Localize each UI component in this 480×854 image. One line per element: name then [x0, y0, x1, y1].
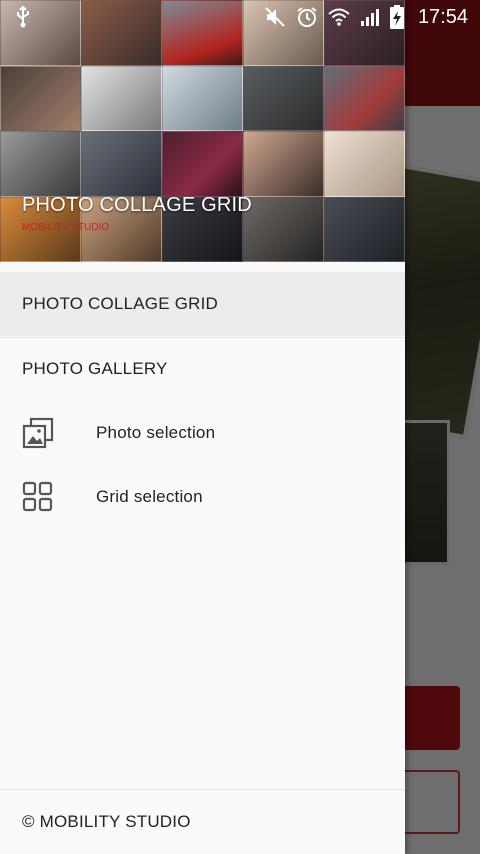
usb-icon	[17, 6, 29, 28]
status-time: 17:54	[417, 5, 468, 28]
footer-copyright: © MOBILITY STUDIO	[22, 812, 191, 831]
menu-item-photo-selection[interactable]: Photo selection	[0, 401, 405, 465]
header-subtitle: MOBILITY STUDIO	[22, 222, 110, 233]
drawer-header: PHOTO COLLAGE GRID MOBILITY STUDIO	[0, 0, 405, 262]
header-photo-tile	[162, 131, 243, 197]
menu-item-photo-gallery[interactable]: PHOTO GALLERY	[0, 337, 405, 401]
battery-charging-icon	[389, 5, 404, 29]
menu-item-grid-selection[interactable]: Grid selection	[0, 465, 405, 529]
header-photo-tile	[81, 131, 162, 197]
header-photo-tile	[0, 65, 81, 131]
navigation-drawer: PHOTO COLLAGE GRID MOBILITY STUDIO PHOTO…	[0, 0, 405, 854]
header-photo-tile	[243, 65, 324, 131]
grid-icon	[22, 481, 53, 512]
photo-stack-icon	[22, 417, 54, 449]
header-photo-tile	[324, 196, 405, 262]
header-photo-tile	[81, 65, 162, 131]
menu-item-photo-collage-grid[interactable]: PHOTO COLLAGE GRID	[0, 272, 405, 336]
mute-icon	[265, 7, 285, 27]
menu-item-label: PHOTO COLLAGE GRID	[22, 294, 218, 313]
header-photo-tile	[243, 196, 324, 262]
header-photo-tile	[324, 131, 405, 197]
status-bar: 17:54	[0, 0, 480, 34]
footer-divider	[0, 789, 405, 790]
header-photo-tile	[324, 65, 405, 131]
alarm-icon	[297, 7, 317, 27]
header-photo-tile	[0, 131, 81, 197]
header-photo-tile	[162, 65, 243, 131]
header-title: PHOTO COLLAGE GRID	[22, 194, 252, 216]
menu-item-label: PHOTO GALLERY	[22, 359, 168, 378]
signal-icon	[360, 9, 379, 26]
wifi-icon	[328, 8, 350, 26]
header-photo-tile	[243, 131, 324, 197]
